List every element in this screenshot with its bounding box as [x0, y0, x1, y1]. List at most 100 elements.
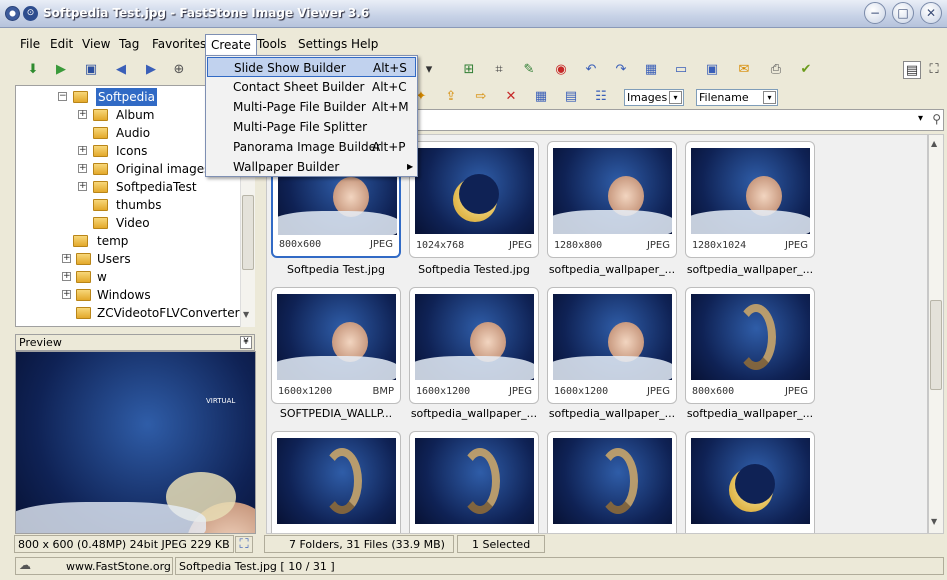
grid-icon[interactable]: ▦ — [642, 61, 660, 79]
film-icon[interactable]: ▭ — [672, 61, 690, 79]
draw-icon[interactable]: ✎ — [520, 61, 538, 79]
thumbnail-resolution: 800x600 — [692, 386, 735, 397]
scroll-thumb[interactable] — [242, 195, 254, 270]
website-link[interactable]: www.FastStone.org — [66, 560, 171, 573]
expand-icon[interactable]: + — [78, 182, 87, 191]
maximize-button[interactable]: □ — [892, 2, 914, 24]
next-icon[interactable]: ▶ — [142, 61, 160, 79]
view-details-icon[interactable]: ☷ — [592, 88, 610, 106]
scroll-up-icon[interactable]: ▲ — [931, 139, 937, 148]
brush-icon[interactable]: ⚲ — [932, 112, 941, 126]
menu-item-multi-page-file-splitter[interactable]: Multi-Page File Splitter — [207, 117, 416, 137]
checkmark-icon[interactable]: ✔ — [797, 61, 815, 79]
website-box[interactable]: ☁ www.FastStone.org — [15, 557, 173, 575]
layout-icon[interactable]: ▤ — [903, 61, 921, 79]
menu-item-shortcut: Alt+P — [372, 140, 406, 154]
create-menu-dropdown: Slide Show Builder Alt+S Contact Sheet B… — [205, 55, 418, 177]
close-button[interactable]: ✕ — [920, 2, 942, 24]
email-icon[interactable]: ✉ — [735, 61, 753, 79]
app-menu-icon[interactable]: ⊙ — [23, 6, 38, 21]
menu-help[interactable]: Help — [346, 34, 383, 55]
folder-icon — [93, 145, 108, 157]
menu-item-panorama-image-builder[interactable]: Panorama Image Builder Alt+P — [207, 137, 416, 157]
minimize-button[interactable]: − — [864, 2, 886, 24]
zoom-icon[interactable]: ⊕ — [170, 61, 188, 79]
sort-select[interactable]: Filename ▾ — [696, 89, 778, 106]
dropdown-arrow-icon[interactable]: ▾ — [763, 91, 776, 104]
rotate-left-icon[interactable]: ↶ — [582, 61, 600, 79]
menu-item-slide-show-builder[interactable]: Slide Show Builder Alt+S — [207, 57, 416, 77]
save-icon[interactable]: ▣ — [82, 61, 100, 79]
browse-icon[interactable]: ▶ — [52, 61, 70, 79]
crop-icon[interactable]: ⌗ — [490, 61, 508, 79]
folder-icon — [93, 199, 108, 211]
menu-file[interactable]: File — [15, 34, 45, 55]
thumbnail-card[interactable]: 1600x1200 BMP — [271, 287, 401, 404]
expand-icon[interactable]: + — [62, 272, 71, 281]
open-folder-icon[interactable]: ⬇ — [24, 61, 42, 79]
tree-item-label: Softpedia — [96, 88, 157, 106]
filter-select[interactable]: Images ▾ — [624, 89, 684, 106]
status-bar: 800 x 600 (0.48MP) 24bit JPEG 229 KB 20 … — [0, 535, 947, 555]
scroll-down-icon[interactable]: ▼ — [243, 310, 249, 319]
thumbnail-caption: softpedia_wallpaper_... — [410, 407, 538, 420]
delete-icon[interactable]: ✕ — [502, 88, 520, 106]
fit-window-icon[interactable]: ⛶ — [235, 536, 253, 553]
expand-icon[interactable]: + — [78, 110, 87, 119]
copy-folder-icon[interactable]: ⇪ — [442, 88, 460, 106]
thumbnail-card[interactable]: 800x600 JPEG — [685, 287, 815, 404]
thumbnail-card[interactable] — [547, 431, 677, 533]
collapse-preview-icon[interactable]: ¥ — [240, 336, 252, 349]
tree-item-label: Video — [116, 216, 150, 230]
tree-item-label: temp — [97, 234, 129, 248]
scroll-thumb[interactable] — [930, 300, 942, 390]
app-icon[interactable] — [5, 6, 20, 21]
dropdown-arrow-icon[interactable]: ▾ — [669, 91, 682, 104]
resize-icon[interactable]: ⊞ — [460, 61, 478, 79]
menu-settings[interactable]: Settings — [293, 34, 352, 55]
expand-icon[interactable]: + — [78, 146, 87, 155]
rotate-right-icon[interactable]: ↷ — [612, 61, 630, 79]
menu-view[interactable]: View — [77, 34, 115, 55]
view-thumbs-icon[interactable]: ▦ — [532, 88, 550, 106]
thumbnail-resolution: 1280x800 — [554, 240, 603, 251]
thumbnail-card[interactable]: 1024x768 JPEG — [409, 141, 539, 258]
expand-icon[interactable]: + — [62, 290, 71, 299]
menu-edit[interactable]: Edit — [45, 34, 78, 55]
menu-item-wallpaper-builder[interactable]: Wallpaper Builder ▶ — [207, 157, 416, 177]
browser-toolbar: ✦ ⇪ ⇨ ✕ ▦ ▤ ☷ Images ▾ Filename ▾ — [408, 88, 947, 108]
thumbnail-card[interactable] — [409, 431, 539, 533]
move-folder-icon[interactable]: ⇨ — [472, 88, 490, 106]
print-icon[interactable]: ⎙ — [767, 61, 785, 79]
fullscreen-icon[interactable]: ⛶ — [925, 61, 943, 79]
thumbnail-card[interactable] — [685, 431, 815, 533]
expand-icon[interactable]: + — [78, 164, 87, 173]
collapse-icon[interactable]: − — [58, 92, 67, 101]
menu-create[interactable]: Create — [205, 34, 257, 55]
menu-item-contact-sheet-builder[interactable]: Contact Sheet Builder Alt+C — [207, 77, 416, 97]
thumbnail-card[interactable]: 1600x1200 JPEG — [547, 287, 677, 404]
monitor-icon[interactable]: ▣ — [703, 61, 721, 79]
previous-icon[interactable]: ◀ — [112, 61, 130, 79]
thumbnail-scrollbar[interactable]: ▲ ▼ — [928, 134, 944, 534]
dropdown-arrow-icon[interactable]: ▾ — [918, 113, 923, 124]
thumbnail-card[interactable]: 1280x800 JPEG — [547, 141, 677, 258]
red-eye-icon[interactable]: ◉ — [552, 61, 570, 79]
thumbnail-card[interactable]: 1280x1024 JPEG — [685, 141, 815, 258]
thumbnail-grid[interactable]: 800x600 JPEG Softpedia Test.jpg 1024x768 JPE… — [266, 134, 928, 534]
preview-header: Preview ¥ — [15, 334, 255, 351]
thumbnail-card[interactable] — [271, 431, 401, 533]
menu-favorites[interactable]: Favorites — [147, 34, 211, 55]
expand-icon[interactable]: + — [62, 254, 71, 263]
dropdown-icon[interactable]: ▾ — [420, 61, 438, 79]
scroll-down-icon[interactable]: ▼ — [931, 517, 937, 526]
thumbnail-image — [691, 438, 810, 524]
menu-tag[interactable]: Tag — [114, 34, 144, 55]
view-list-icon[interactable]: ▤ — [562, 88, 580, 106]
menu-tools[interactable]: Tools — [252, 34, 292, 55]
menu-item-multi-page-file-builder[interactable]: Multi-Page File Builder Alt+M — [207, 97, 416, 117]
title-bar: ⊙ Softpedia Test.jpg - FastStone Image V… — [0, 0, 947, 28]
folder-icon — [93, 181, 108, 193]
thumbnail-image — [691, 148, 810, 234]
thumbnail-card[interactable]: 1600x1200 JPEG — [409, 287, 539, 404]
